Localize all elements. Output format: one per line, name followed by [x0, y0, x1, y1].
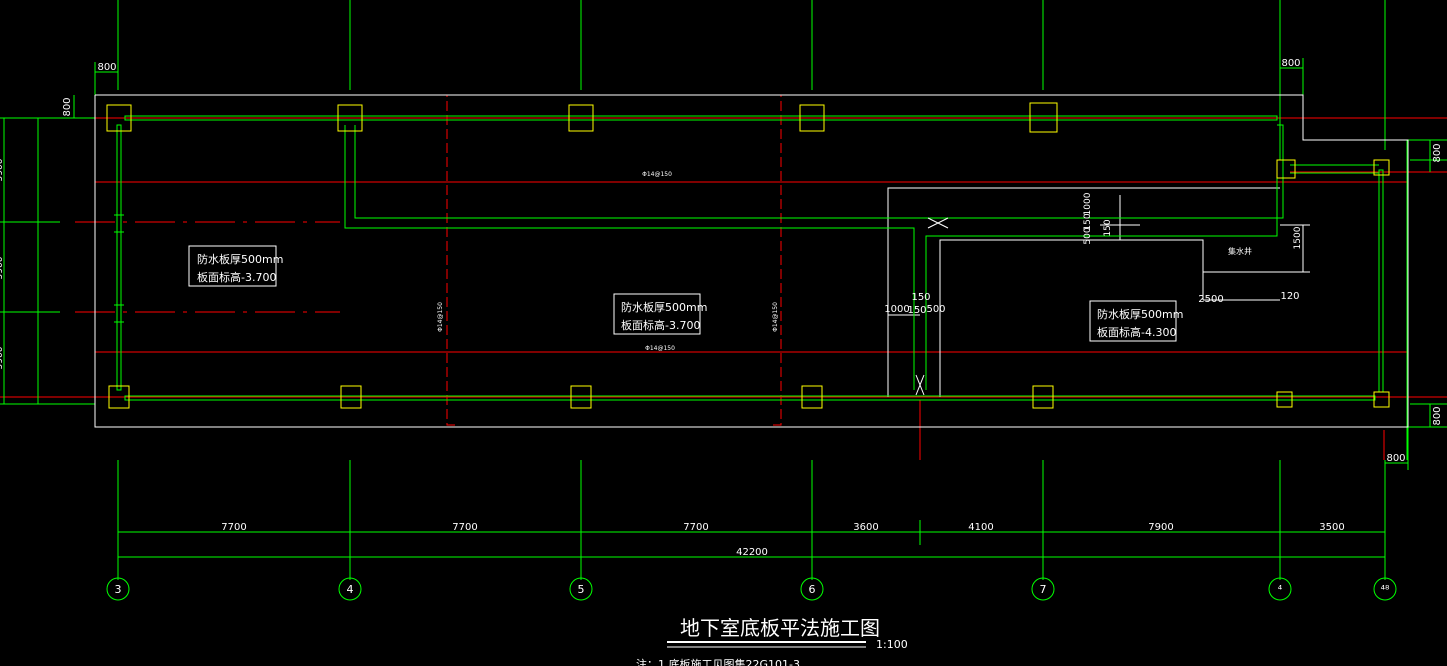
dim-bay-2: 7700	[452, 522, 477, 533]
axis-label-9: ⁴⁸	[1381, 583, 1390, 596]
dim-left-c: 5900	[0, 346, 5, 369]
dim-bay-3: 7700	[683, 522, 708, 533]
rebar-v2-label: Φ14@150	[772, 302, 779, 332]
dim-edge-left: 800	[62, 97, 73, 116]
dim-edge-right-bottom: 800	[1432, 406, 1443, 425]
drawing-title: 地下室底板平法施工图	[680, 616, 880, 640]
axis-label-5: 5	[578, 583, 585, 596]
dim-edge-right-top: 800	[1432, 143, 1443, 162]
dim-bay-5: 4100	[968, 522, 993, 533]
zone-callout-2: 防水板厚500mm 板面标高-3.700	[613, 293, 707, 335]
columns	[106, 102, 1390, 409]
dim-edge-top-right: 800	[1281, 58, 1300, 69]
rebar-top-label: Φ14@150	[642, 171, 672, 178]
rebar-labels: Φ14@150 Φ14@150 Φ14@150 Φ14@150 集水井	[437, 171, 1252, 352]
rebar-v1-label: Φ14@150	[437, 302, 444, 332]
dim-bay-6: 7900	[1148, 522, 1173, 533]
axis-label-7: 7	[1040, 583, 1047, 596]
zone-2-thickness: 防水板厚500mm	[621, 300, 707, 314]
dim-120: 120	[1280, 291, 1299, 302]
dim-150d: 150	[1103, 219, 1113, 236]
dim-1500: 1500	[1293, 226, 1303, 249]
dimension-text: 7700 7700 7700 3600 4100 7900 3500 42200…	[0, 58, 1443, 558]
zone-callouts: 防水板厚500mm 板面标高-3.700 防水板厚500mm 板面标高-3.70…	[188, 245, 1183, 342]
zone-3-thickness: 防水板厚500mm	[1097, 307, 1183, 321]
dim-150a: 150	[911, 292, 930, 303]
red-axis-lines	[0, 117, 1447, 460]
dim-left-b: 5900	[0, 256, 5, 279]
zone-2-elevation: 板面标高-3.700	[621, 318, 700, 332]
dimension-lines	[3, 58, 1447, 562]
red-dashed-strips	[446, 94, 782, 426]
slab-outline	[94, 94, 1409, 428]
dim-500a: 500	[926, 304, 945, 315]
zone-3-elevation: 板面标高-4.300	[1097, 325, 1176, 339]
dim-1000b: 1000	[1083, 192, 1093, 215]
dim-150b: 150	[907, 305, 926, 316]
dim-left-a: 5900	[0, 158, 5, 181]
rebar-mid-label: Φ14@150	[645, 345, 675, 352]
dim-1000: 1000	[884, 304, 909, 315]
drawing-note: 注：1.底板施工见图集22G101-3	[636, 657, 800, 666]
dim-total: 42200	[736, 547, 768, 558]
dim-2500: 2500	[1198, 294, 1223, 305]
cad-drawing-canvas: 3 4 5 6 7 ⁴ ⁴⁸ 7700 7700 7700 3600 4100 …	[0, 0, 1447, 666]
axis-label-3: 3	[115, 583, 122, 596]
axis-label-6: 6	[809, 583, 816, 596]
pit-label: 集水井	[1228, 246, 1252, 256]
axis-label-4: 4	[347, 583, 354, 596]
title-block: 地下室底板平法施工图 1:100 注：1.底板施工见图集22G101-3	[636, 616, 908, 666]
zone-callout-1: 防水板厚500mm 板面标高-3.700	[188, 245, 283, 287]
axis-bubbles: 3 4 5 6 7 ⁴ ⁴⁸	[106, 577, 1397, 601]
axis-label-8: ⁴	[1278, 583, 1283, 596]
dim-bay-7: 3500	[1319, 522, 1344, 533]
zone-1-elevation: 板面标高-3.700	[197, 270, 276, 284]
dim-bay-1: 7700	[221, 522, 246, 533]
dim-edge-bottom-right: 800	[1386, 453, 1405, 464]
zone-1-thickness: 防水板厚500mm	[197, 252, 283, 266]
dim-edge-top-left: 800	[97, 62, 116, 73]
zone-callout-3: 防水板厚500mm 板面标高-4.300	[1089, 300, 1183, 342]
drawing-scale: 1:100	[876, 638, 908, 651]
grid-axis-lines	[0, 0, 1447, 580]
dim-bay-4: 3600	[853, 522, 878, 533]
walls	[114, 115, 1384, 401]
